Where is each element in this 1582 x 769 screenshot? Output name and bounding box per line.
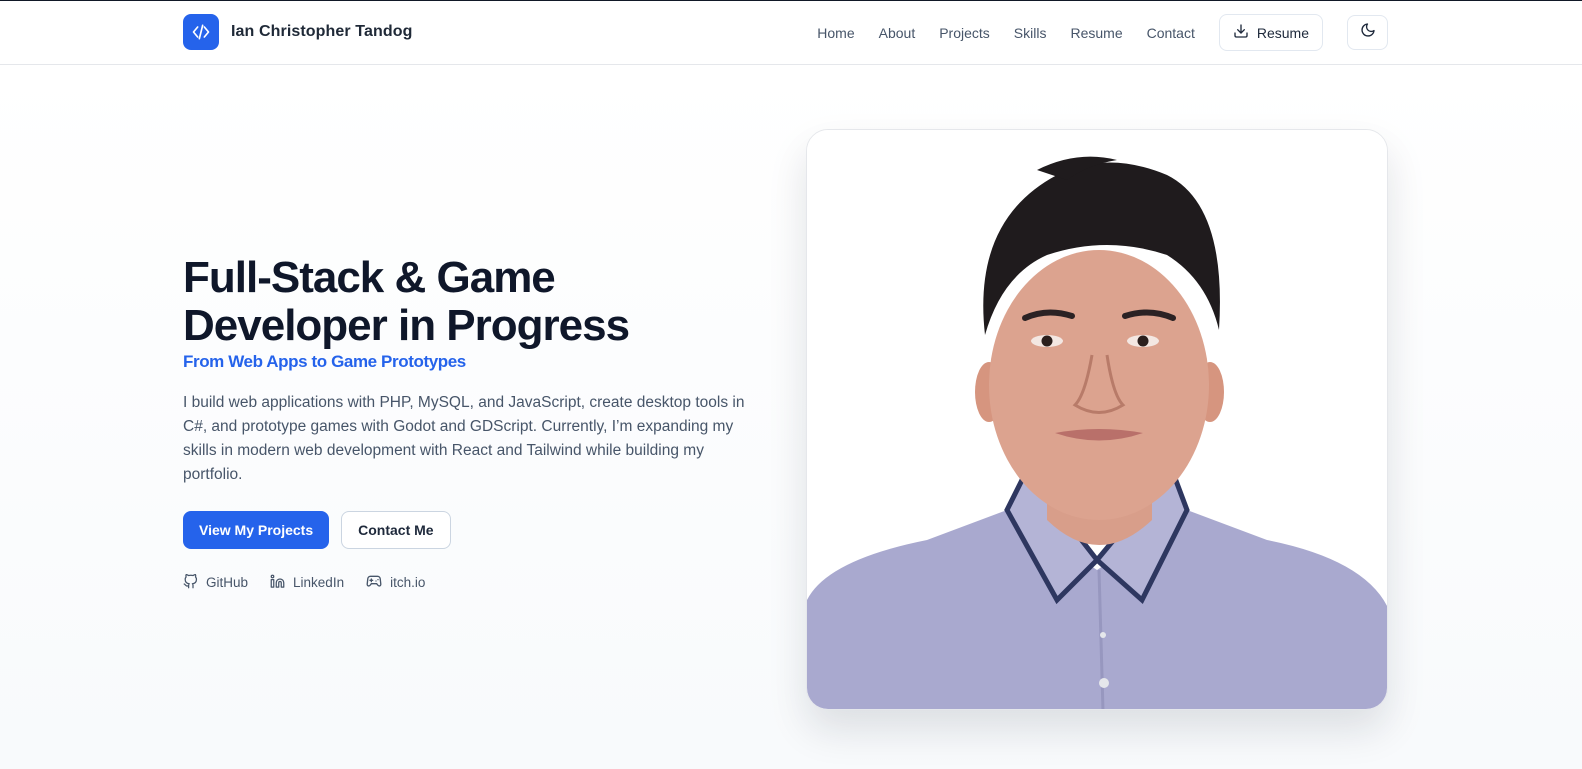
linkedin-link[interactable]: LinkedIn xyxy=(270,573,344,592)
nav-projects[interactable]: Projects xyxy=(939,25,990,41)
itchio-link[interactable]: itch.io xyxy=(366,573,425,592)
contact-me-button[interactable]: Contact Me xyxy=(341,511,451,549)
nav-contact[interactable]: Contact xyxy=(1147,25,1195,41)
cta-group: View My Projects Contact Me xyxy=(183,511,763,549)
nav-skills[interactable]: Skills xyxy=(1014,25,1047,41)
theme-toggle-button[interactable] xyxy=(1347,15,1388,50)
profile-photo xyxy=(806,129,1388,710)
itchio-label: itch.io xyxy=(390,575,426,590)
nav-about[interactable]: About xyxy=(879,25,916,41)
view-projects-button[interactable]: View My Projects xyxy=(183,511,330,549)
github-label: GitHub xyxy=(206,575,249,590)
nav-resume[interactable]: Resume xyxy=(1070,25,1122,41)
code-icon xyxy=(183,14,219,50)
hero-title: Full-Stack & Game Developer in Progress xyxy=(183,254,763,350)
hero-title-line-2: Developer in Progress xyxy=(183,301,630,350)
resume-download-button[interactable]: Resume xyxy=(1218,14,1323,51)
linkedin-label: LinkedIn xyxy=(293,575,345,590)
github-link[interactable]: GitHub xyxy=(183,573,248,592)
hero-section: Full-Stack & Game Developer in Progress … xyxy=(0,66,1582,769)
portrait-illustration xyxy=(807,130,1387,709)
nav-home[interactable]: Home xyxy=(817,25,854,41)
hero-description: I build web applications with PHP, MySQL… xyxy=(183,394,745,483)
linkedin-icon xyxy=(270,574,285,592)
main-nav: Home About Projects Skills Resume Contac… xyxy=(817,14,1388,51)
moon-icon xyxy=(1360,22,1376,43)
github-icon xyxy=(183,573,198,592)
site-header: Ian Christopher Tandog Home About Projec… xyxy=(0,1,1582,65)
hero-subtitle: From Web Apps to Game Prototypes xyxy=(183,352,466,371)
brand-name: Ian Christopher Tandog xyxy=(231,23,413,40)
resume-button-label: Resume xyxy=(1256,24,1309,41)
gamepad-icon xyxy=(366,573,382,592)
download-icon xyxy=(1233,23,1249,42)
hero-text: Full-Stack & Game Developer in Progress … xyxy=(183,254,763,592)
hero-title-line-1: Full-Stack & Game xyxy=(183,253,556,302)
social-links: GitHub LinkedIn itch.io xyxy=(183,573,763,592)
brand[interactable]: Ian Christopher Tandog xyxy=(183,14,412,50)
